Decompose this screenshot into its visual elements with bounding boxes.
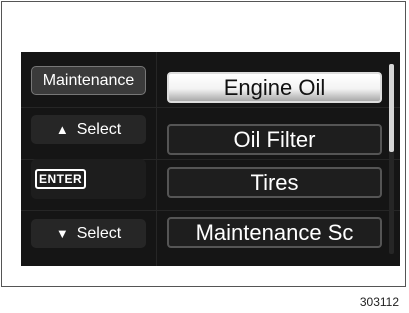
- menu-item-label: Tires: [250, 169, 299, 195]
- display-screen: Maintenance ▲ Select ENTER ▼ Select Engi…: [21, 52, 400, 266]
- menu-item-label: Engine Oil: [223, 74, 326, 100]
- maintenance-button-label: Maintenance: [42, 71, 135, 89]
- triangle-down-icon: ▼: [55, 226, 69, 241]
- enter-label: ENTER: [35, 169, 87, 189]
- menu-item-tires[interactable]: Tires: [167, 167, 382, 198]
- triangle-up-icon: ▲: [55, 122, 69, 137]
- grid-line: [156, 52, 157, 266]
- scrollbar-thumb[interactable]: [389, 64, 394, 152]
- select-down-label: Select: [76, 224, 122, 242]
- menu-item-engine-oil[interactable]: Engine Oil: [167, 72, 382, 103]
- grid-line: [21, 210, 400, 211]
- grid-line: [21, 107, 400, 108]
- menu-item-label: Maintenance Sc: [195, 219, 354, 245]
- maintenance-button[interactable]: Maintenance: [31, 66, 146, 95]
- select-up-label: Select: [76, 120, 122, 138]
- scrollbar[interactable]: [389, 64, 394, 254]
- menu-item-maintenance-schedule[interactable]: Maintenance Sc: [167, 217, 382, 248]
- menu-item-oil-filter[interactable]: Oil Filter: [167, 124, 382, 155]
- enter-button[interactable]: ENTER: [31, 159, 146, 199]
- select-down-button[interactable]: ▼ Select: [31, 219, 146, 248]
- figure-code: 303112: [359, 295, 399, 309]
- select-up-button[interactable]: ▲ Select: [31, 115, 146, 144]
- menu-item-label: Oil Filter: [233, 126, 316, 152]
